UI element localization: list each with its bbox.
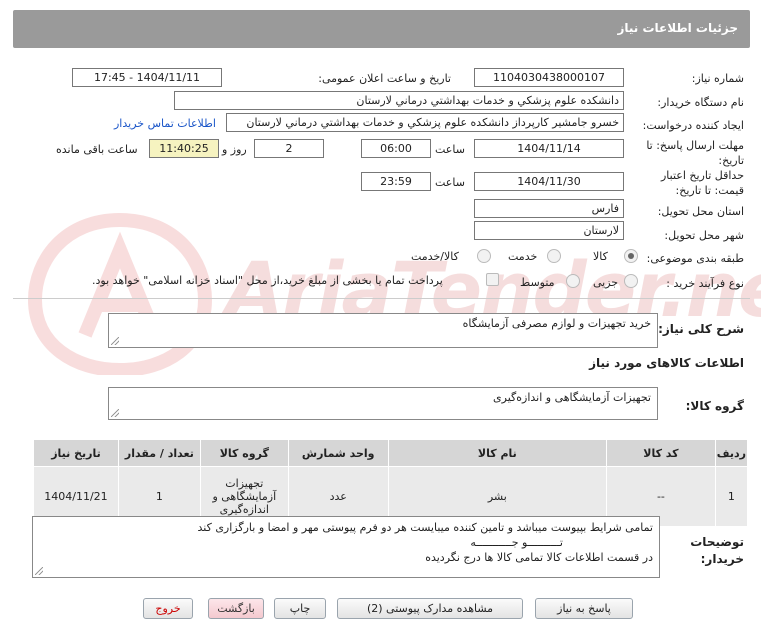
validity-time-field: 23:59 [361,172,431,191]
category-radio-goods-service[interactable] [477,249,491,263]
deadline-label-line1: مهلت ارسال پاسخ: تا [646,139,744,152]
process-option-minor: جزیی [593,276,619,289]
page-title: جزئیات اطلاعات نیاز [617,21,738,35]
deadline-time-label: ساعت [435,143,465,156]
remaining-days-field: 2 [254,139,324,158]
requester-field: خسرو جامشیر کارپرداز دانشکده علوم پزشکي … [226,113,624,132]
buyer-notes-line: در قسمت اطلاعات کالا تمامی کالا ها درج ن… [425,551,653,564]
announce-field: 1404/11/11 - 17:45 [72,68,222,87]
city-label: شهر محل تحویل: [664,229,744,242]
validity-time-label: ساعت [435,176,465,189]
deadline-date-field: 1404/11/14 [474,139,624,158]
row-number-cell: 1 [714,466,749,527]
validity-label-line1: حداقل تاریخ اعتبار [660,169,744,182]
category-option-goods: کالا [593,250,608,263]
need-number-field: 1104030438000107 [474,68,624,87]
days-and-label: روز و [222,143,247,156]
divider [13,298,750,299]
items-table: ردیف کد کالا نام کالا واحد شمارش گروه کا… [33,439,749,527]
validity-label: حداقل تاریخ اعتبار قیمت: تا تاریخ: [661,168,744,198]
print-button[interactable]: چاپ [274,598,326,619]
city-field: لارستان [474,221,624,240]
category-radio-service[interactable] [547,249,561,263]
buyer-notes-label-line2: خریدار: [700,552,744,566]
category-radio-goods[interactable] [624,249,638,263]
table-header-cell: ردیف [714,439,749,467]
goods-group-text: تجهیزات آزمایشگاهی و اندازه‌گیری [493,391,651,404]
category-option-service: خدمت [508,250,538,263]
description-textarea[interactable]: خرید تجهیزات و لوازم مصرفی آزمایشگاه [108,313,658,348]
items-table-wrapper: ردیف کد کالا نام کالا واحد شمارش گروه کا… [33,439,749,527]
need-number-label: شماره نیاز: [691,72,744,85]
buyer-notes-line: تــــــــــو جـــــــــــه [470,536,563,549]
province-field: فارس [474,199,624,218]
page-header: جزئیات اطلاعات نیاز [13,10,750,48]
remaining-time-field: 11:40:25 [149,139,219,158]
goods-section-title: اطلاعات کالاهای مورد نیاز [589,356,744,370]
process-radio-medium[interactable] [566,274,580,288]
table-header-cell: گروه کالا [199,439,289,467]
table-header-row: ردیف کد کالا نام کالا واحد شمارش گروه کا… [33,439,749,467]
buyer-notes-line: تمامی شرایط بپیوست میباشد و تامین کننده … [197,521,654,534]
description-label: شرح کلی نیاز: [658,322,744,336]
deadline-label-line2: تاریخ: [718,154,744,167]
payment-note: پرداخت تمام یا بخشی از مبلغ خرید،از محل … [92,274,443,287]
resize-grip-icon[interactable] [35,567,43,575]
requester-label: ایجاد کننده درخواست: [642,119,744,132]
buyer-notes-label-line1: توضیحات [690,535,744,549]
process-radio-minor[interactable] [624,274,638,288]
attachments-button[interactable]: مشاهده مدارک پیوستی (2) [337,598,523,619]
buyer-contact-link[interactable]: اطلاعات تماس خریدار [114,117,216,130]
table-header-cell: تعداد / مقدار [117,439,201,467]
validity-date-field: 1404/11/30 [474,172,624,191]
reply-button[interactable]: پاسخ به نیاز [535,598,633,619]
goods-group-textarea[interactable]: تجهیزات آزمایشگاهی و اندازه‌گیری [108,387,658,420]
buyer-org-label: نام دستگاه خریدار: [657,96,744,109]
resize-grip-icon[interactable] [111,409,119,417]
description-text: خرید تجهیزات و لوازم مصرفی آزمایشگاه [462,317,651,330]
deadline-label: مهلت ارسال پاسخ: تا تاریخ: [646,138,744,168]
buyer-org-field: دانشکده علوم پزشکي و خدمات بهداشتي درمان… [174,91,624,110]
treasury-checkbox[interactable] [486,273,499,286]
remaining-label: ساعت باقی مانده [56,143,138,156]
category-label: طبقه بندی موضوعی: [646,252,744,265]
table-header-cell: کد کالا [606,439,716,467]
process-label: نوع فرآیند خرید : [666,277,744,290]
announce-label: تاریخ و ساعت اعلان عمومی: [318,72,451,85]
back-button[interactable]: بازگشت [208,598,264,619]
table-header-cell: تاریخ نیاز [33,439,119,467]
province-label: استان محل تحویل: [657,205,744,218]
process-option-medium: متوسط [520,276,555,289]
buyer-notes-label: توضیحات خریدار: [690,534,744,568]
category-option-goods-service: کالا/خدمت [411,250,459,263]
resize-grip-icon[interactable] [111,337,119,345]
validity-label-line2: قیمت: تا تاریخ: [675,184,744,197]
table-header-cell: واحد شمارش [287,439,389,467]
exit-button[interactable]: خروج [143,598,193,619]
goods-group-label: گروه کالا: [685,399,744,413]
deadline-time-field: 06:00 [361,139,431,158]
table-header-cell: نام کالا [387,439,608,467]
buyer-notes-textarea[interactable]: تمامی شرایط بپیوست میباشد و تامین کننده … [32,516,660,578]
